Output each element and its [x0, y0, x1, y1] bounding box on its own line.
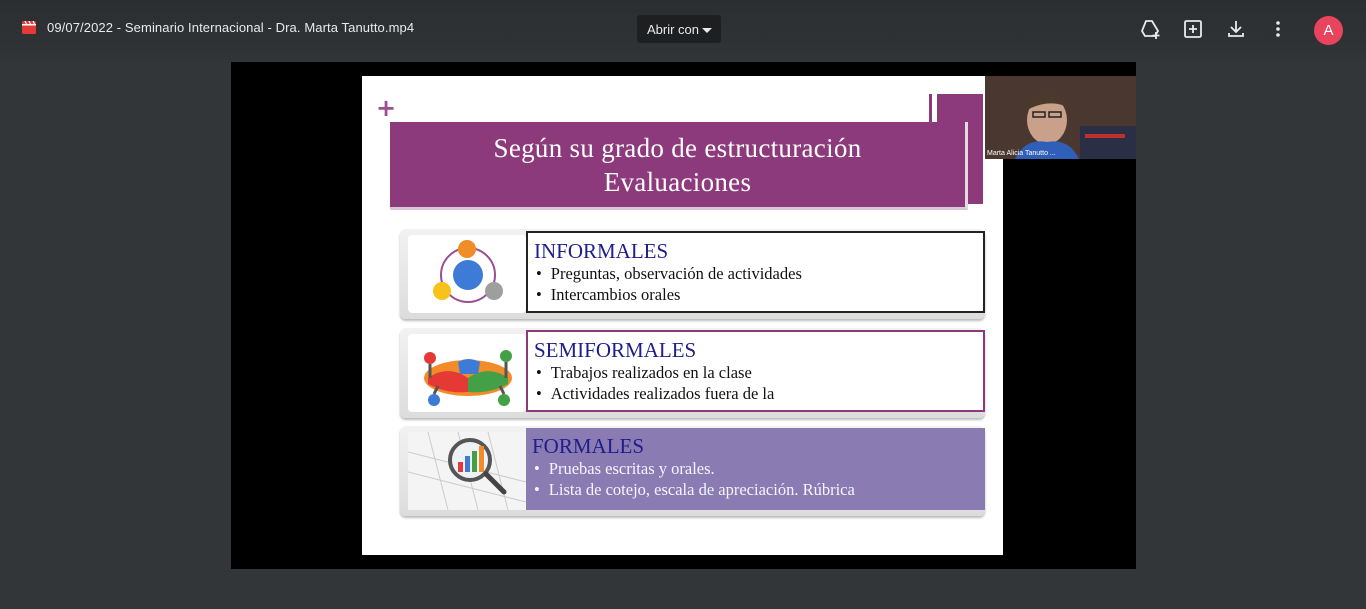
section-heading: SEMIFORMALES [534, 338, 697, 362]
open-with-label: Abrir con [647, 21, 700, 37]
puzzle-team-icon [408, 334, 526, 412]
semiformales-box: SEMIFORMALES Trabajos realizados en la c… [526, 330, 985, 412]
list-item: SEMIFORMALES Trabajos realizados en la c… [400, 328, 985, 418]
informales-box: INFORMALES Preguntas, observación de act… [526, 231, 985, 313]
slide-title: Según su grado de estructuración Evaluac… [390, 122, 968, 210]
slide-title-line2: Evaluaciones [603, 166, 752, 197]
plus-decoration-icon: + [376, 94, 397, 122]
viewer-toolbar: 09/07/2022 - Seminario Internacional - D… [0, 0, 1366, 60]
more-options-icon[interactable] [1266, 17, 1290, 41]
formales-box: FORMALES Pruebas escritas y orales. List… [526, 428, 985, 510]
slide-title-line1: Según su grado de estructuración [493, 132, 862, 163]
webcam-thumbnail: Marta Alicia Tanutto ... [985, 76, 1136, 159]
download-icon[interactable] [1224, 17, 1248, 41]
bullet-item: Trabajos realizados en la clase [534, 362, 983, 383]
caret-down-icon [702, 28, 712, 33]
bullet-item: Preguntas, observación de actividades [534, 263, 983, 284]
list-item: FORMALES Pruebas escritas y orales. List… [400, 426, 985, 516]
participant-name: Marta Alicia Tanutto ... [987, 150, 1056, 157]
file-name: 09/07/2022 - Seminario Internacional - D… [47, 20, 415, 35]
bullet-item: Lista de cotejo, escala de apreciación. … [532, 479, 985, 500]
slide-decoration [929, 94, 932, 124]
open-with-button[interactable]: Abrir con [637, 15, 721, 43]
video-file-icon [22, 21, 36, 34]
magnifier-chart-icon [407, 431, 527, 511]
avatar[interactable]: A [1314, 16, 1343, 45]
bullet-item: Intercambios orales [534, 284, 983, 305]
new-window-icon[interactable] [1181, 17, 1205, 41]
presentation-slide: + Según su grado de estructuración Evalu… [362, 76, 1003, 555]
video-player[interactable]: + Según su grado de estructuración Evalu… [231, 62, 1136, 569]
section-heading: INFORMALES [534, 239, 669, 263]
add-to-drive-icon[interactable] [1138, 17, 1162, 41]
bullet-item: Pruebas escritas y orales. [532, 458, 985, 479]
list-item: INFORMALES Preguntas, observación de act… [400, 229, 985, 319]
cycle-diagram-icon [408, 235, 526, 313]
bullet-item: Actividades realizados fuera de la [534, 383, 983, 404]
section-heading: FORMALES [532, 434, 645, 458]
